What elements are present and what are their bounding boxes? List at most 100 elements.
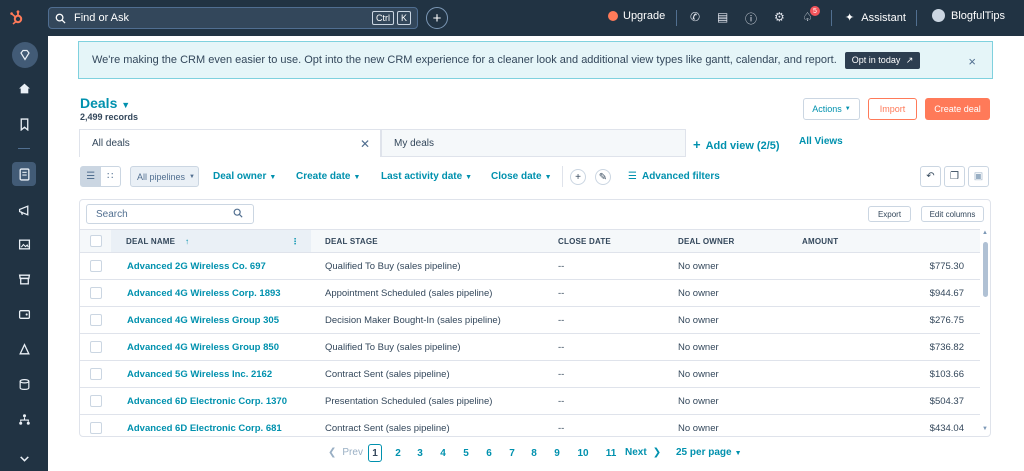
column-header-deal-name[interactable]: DEAL NAME	[126, 237, 175, 246]
chevron-down-icon: ▼	[121, 100, 131, 110]
column-header-amount[interactable]: AMOUNT	[802, 237, 838, 246]
crm-opt-in-banner: We're making the CRM even easier to use.…	[78, 41, 993, 79]
amount: $775.30	[929, 261, 964, 272]
sidebar-bookmarks-icon[interactable]	[12, 112, 36, 136]
help-icon[interactable]: ⓘ	[745, 10, 757, 27]
global-search-input[interactable]: Find or Ask Ctrl K	[48, 7, 418, 29]
pipeline-select[interactable]: All pipelines ▼	[130, 166, 199, 187]
tab-all-deals[interactable]: All deals ✕	[79, 129, 381, 157]
per-page-select[interactable]: 25 per page ▼	[676, 447, 742, 458]
table-view-icon[interactable]: ☰	[81, 167, 101, 186]
last-activity-date-filter[interactable]: Last activity date ▼	[381, 171, 472, 182]
page-8-button[interactable]: 8	[527, 444, 541, 462]
page-1-button[interactable]: 1	[368, 444, 382, 462]
page-6-button[interactable]: 6	[482, 444, 496, 462]
phone-icon[interactable]: ✆	[690, 10, 700, 24]
import-button[interactable]: Import	[868, 98, 917, 120]
edit-filters-pencil-icon[interactable]: ✎	[595, 169, 611, 185]
deal-name-link[interactable]: Advanced 4G Wireless Group 305	[127, 315, 279, 326]
column-header-deal-owner[interactable]: DEAL OWNER	[678, 237, 735, 246]
page-title[interactable]: Deals ▼	[80, 95, 130, 111]
scroll-up-arrow-icon[interactable]: ▲	[982, 230, 988, 236]
close-date-filter[interactable]: Close date ▼	[491, 171, 552, 182]
sidebar-data-icon[interactable]	[12, 372, 36, 396]
sidebar-automation-icon[interactable]	[12, 337, 36, 361]
edit-columns-button[interactable]: Edit columns	[921, 206, 984, 222]
account-name: BlogfulTips	[951, 9, 1006, 22]
deal-name-link[interactable]: Advanced 6D Electronic Corp. 681	[127, 423, 282, 434]
page-4-button[interactable]: 4	[436, 444, 450, 462]
close-date-filter-label: Close date	[491, 171, 542, 182]
row-checkbox[interactable]	[90, 260, 102, 272]
row-checkbox[interactable]	[90, 395, 102, 407]
page-2-button[interactable]: 2	[391, 444, 405, 462]
close-date: --	[558, 315, 565, 326]
next-page-button[interactable]: Next ❯	[625, 447, 661, 458]
page-10-button[interactable]: 10	[575, 444, 591, 462]
undo-icon[interactable]: ↶	[920, 166, 941, 187]
page-7-button[interactable]: 7	[505, 444, 519, 462]
page-9-button[interactable]: 9	[550, 444, 564, 462]
advanced-filters-button[interactable]: ☰ Advanced filters	[628, 171, 720, 182]
row-checkbox[interactable]	[90, 368, 102, 380]
sidebar-crm-icon[interactable]	[12, 162, 36, 186]
row-checkbox[interactable]	[90, 287, 102, 299]
amount: $434.04	[929, 423, 964, 434]
save-view-icon[interactable]: ▣	[968, 166, 989, 187]
scroll-down-arrow-icon[interactable]: ▼	[982, 426, 988, 432]
opt-in-button[interactable]: Opt in today ↗	[844, 51, 921, 69]
sidebar-service-icon[interactable]	[12, 302, 36, 326]
duplicate-view-icon[interactable]: ❐	[944, 166, 965, 187]
add-filter-plus-icon[interactable]: +	[570, 169, 586, 185]
column-header-close-date[interactable]: CLOSE DATE	[558, 237, 611, 246]
sidebar-org-chart-icon[interactable]	[12, 407, 36, 431]
sidebar-home-icon[interactable]	[12, 76, 36, 100]
deal-name-link[interactable]: Advanced 5G Wireless Inc. 2162	[127, 369, 272, 380]
deal-name-link[interactable]: Advanced 4G Wireless Group 850	[127, 342, 279, 353]
actions-button[interactable]: Actions ▼	[803, 98, 860, 120]
sidebar-commerce-icon[interactable]	[12, 267, 36, 291]
close-tab-icon[interactable]: ✕	[360, 137, 370, 151]
deal-name-link[interactable]: Advanced 6D Electronic Corp. 1370	[127, 396, 287, 407]
table-scrollbar[interactable]: ▲ ▼	[981, 230, 989, 436]
deal-name-link[interactable]: Advanced 2G Wireless Co. 697	[127, 261, 266, 272]
table-search-input[interactable]: Search	[86, 204, 254, 224]
deal-name-link[interactable]: Advanced 4G Wireless Corp. 1893	[127, 288, 281, 299]
create-deal-button[interactable]: Create deal	[925, 98, 990, 120]
column-options-icon[interactable]: ⋮	[291, 237, 299, 246]
row-checkbox[interactable]	[90, 341, 102, 353]
page-3-button[interactable]: 3	[413, 444, 427, 462]
sidebar-marketing-icon[interactable]	[12, 198, 36, 222]
sidebar-content-icon[interactable]	[12, 232, 36, 256]
sidebar-bookmark-diamond-icon[interactable]	[12, 42, 38, 68]
upgrade-button[interactable]: Upgrade	[608, 10, 665, 22]
page-11-button[interactable]: 11	[603, 444, 619, 462]
quick-create-button[interactable]: +	[426, 7, 448, 29]
chevron-down-icon: ▼	[465, 174, 473, 181]
select-all-checkbox[interactable]	[90, 235, 102, 247]
marketplace-icon[interactable]: ▤	[717, 10, 728, 24]
banner-close-icon[interactable]: ×	[968, 54, 976, 69]
prev-page-button[interactable]: ❮ Prev	[328, 447, 363, 458]
sidebar-expand-chevron-down-icon[interactable]	[12, 446, 36, 470]
all-views-link[interactable]: All Views	[799, 136, 843, 147]
amount: $103.66	[929, 369, 964, 380]
create-date-filter[interactable]: Create date ▼	[296, 171, 360, 182]
export-button[interactable]: Export	[868, 206, 911, 222]
tab-my-deals[interactable]: My deals	[381, 129, 686, 157]
sort-ascending-icon[interactable]: ↑	[185, 237, 189, 246]
column-header-deal-stage[interactable]: DEAL STAGE	[325, 237, 378, 246]
page-5-button[interactable]: 5	[459, 444, 473, 462]
scrollbar-thumb[interactable]	[983, 242, 988, 297]
row-checkbox[interactable]	[90, 422, 102, 434]
deal-owner-filter[interactable]: Deal owner ▼	[213, 171, 276, 182]
row-checkbox[interactable]	[90, 314, 102, 326]
board-view-icon[interactable]: ∷	[101, 167, 121, 186]
hubspot-logo-icon[interactable]	[0, 0, 34, 36]
settings-gear-icon[interactable]: ⚙	[774, 10, 785, 24]
per-page-value: 25 per page	[676, 447, 732, 458]
assistant-button[interactable]: ✦ Assistant	[845, 11, 906, 24]
add-view-button[interactable]: + Add view (2/5)	[693, 137, 780, 152]
assistant-label: Assistant	[861, 12, 906, 24]
account-menu[interactable]: BlogfulTips	[932, 9, 1005, 22]
